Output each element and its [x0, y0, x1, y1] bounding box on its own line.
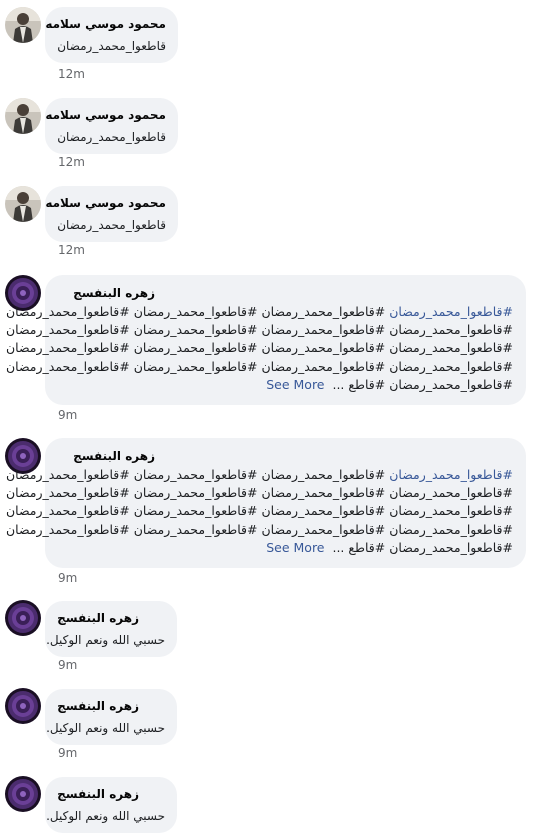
comment-timestamp[interactable]: 12m [58, 243, 85, 257]
comment-bubble: زهره البنفسج #قاطعوا_محمد_رمضان #قاطعوا_… [6, 438, 526, 568]
comment-text-line: #قاطعوا_محمد_رمضان #قاطعوا_محمد_رمضان #ق… [5, 485, 513, 501]
comment-text: قاطعوا_محمد_رمضان [57, 39, 166, 53]
purple-flower-photo-icon[interactable] [5, 776, 41, 812]
comment-author-name[interactable]: محمود موسي سلامه [45, 108, 166, 122]
purple-flower-photo-icon[interactable] [5, 600, 41, 636]
comment-text-line: #قاطعوا_محمد_رمضان #قاطع ... See More [0, 539, 513, 557]
see-more-link[interactable]: See More [266, 540, 324, 555]
comment-text-line: #قاطعوا_محمد_رمضان #قاطعوا_محمد_رمضان #ق… [0, 466, 513, 484]
comment-text-line: #قاطعوا_محمد_رمضان #قاطعوا_محمد_رمضان #ق… [5, 503, 513, 519]
comment-author-name[interactable]: محمود موسي سلامه [45, 196, 166, 210]
comment-text-span: #قاطعوا_محمد_رمضان #قاطعوا_محمد_رمضان #ق… [5, 304, 386, 319]
comment-text-span: #قاطعوا_محمد_رمضان #قاطع ... [332, 539, 513, 555]
comment-bubble: زهره البنفسج حسبي الله ونعم الوكيل. [45, 777, 177, 833]
comment-text: قاطعوا_محمد_رمضان [57, 130, 166, 144]
see-more-link[interactable]: See More [266, 377, 324, 392]
man-profile-photo-icon[interactable] [5, 186, 41, 222]
comment-timestamp[interactable]: 9m [58, 658, 77, 672]
comment-text: حسبي الله ونعم الوكيل. [46, 633, 165, 647]
comment-bubble: زهره البنفسج حسبي الله ونعم الوكيل. [45, 601, 177, 657]
comment-text: حسبي الله ونعم الوكيل. [46, 809, 165, 823]
comment-text-line: #قاطعوا_محمد_رمضان #قاطعوا_محمد_رمضان #ق… [0, 303, 513, 321]
comment-timestamp[interactable]: 9m [58, 408, 77, 422]
comment-text-line: #قاطعوا_محمد_رمضان #قاطع ... See More [0, 376, 513, 394]
comment-timestamp[interactable]: 12m [58, 155, 85, 169]
comment-bubble: محمود موسي سلامه قاطعوا_محمد_رمضان [45, 98, 178, 154]
comment-text-span: #قاطعوا_محمد_رمضان #قاطعوا_محمد_رمضان #ق… [5, 467, 386, 482]
purple-flower-photo-icon[interactable] [5, 688, 41, 724]
comment-author-name[interactable]: زهره البنفسج [73, 286, 155, 300]
comment-bubble: محمود موسي سلامه قاطعوا_محمد_رمضان [45, 7, 178, 63]
comment-author-name[interactable]: محمود موسي سلامه [45, 17, 166, 31]
comment-timestamp[interactable]: 9m [58, 746, 77, 760]
comment-text-span: #قاطعوا_محمد_رمضان #قاطع ... [332, 376, 513, 392]
comment-author-name[interactable]: زهره البنفسج [73, 449, 155, 463]
comment-author-name[interactable]: زهره البنفسج [57, 611, 139, 625]
comment-bubble: محمود موسي سلامه قاطعوا_محمد_رمضان [45, 186, 178, 242]
comment-author-name[interactable]: زهره البنفسج [57, 787, 139, 801]
comment-bubble: زهره البنفسج حسبي الله ونعم الوكيل. [45, 689, 177, 745]
man-profile-photo-icon[interactable] [5, 7, 41, 43]
comment-timestamp[interactable]: 12m [58, 67, 85, 81]
comment-text-line: #قاطعوا_محمد_رمضان #قاطعوا_محمد_رمضان #ق… [5, 358, 513, 374]
hashtag-link[interactable]: #قاطعوا_محمد_رمضان [389, 304, 513, 319]
comment-bubble: زهره البنفسج #قاطعوا_محمد_رمضان #قاطعوا_… [6, 275, 526, 405]
comment-timestamp[interactable]: 9m [58, 571, 77, 585]
comment-text-line: #قاطعوا_محمد_رمضان #قاطعوا_محمد_رمضان #ق… [5, 340, 513, 356]
comment-text-line: #قاطعوا_محمد_رمضان #قاطعوا_محمد_رمضان #ق… [5, 521, 513, 537]
comment-text-block: #قاطعوا_محمد_رمضان #قاطعوا_محمد_رمضان #ق… [0, 303, 513, 394]
comment-text-block: #قاطعوا_محمد_رمضان #قاطعوا_محمد_رمضان #ق… [0, 466, 513, 557]
comment-text: قاطعوا_محمد_رمضان [57, 218, 166, 232]
comment-text-line: #قاطعوا_محمد_رمضان #قاطعوا_محمد_رمضان #ق… [5, 322, 513, 338]
comment-text: حسبي الله ونعم الوكيل. [46, 721, 165, 735]
man-profile-photo-icon[interactable] [5, 98, 41, 134]
hashtag-link[interactable]: #قاطعوا_محمد_رمضان [389, 467, 513, 482]
comment-author-name[interactable]: زهره البنفسج [57, 699, 139, 713]
